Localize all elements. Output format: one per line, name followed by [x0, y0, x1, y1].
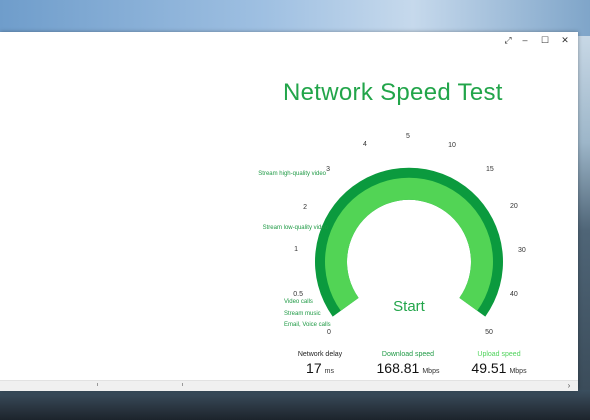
- scale-label: 0: [327, 329, 331, 336]
- scale-label: 4: [363, 141, 367, 148]
- category-label: Email, Voice calls: [284, 322, 331, 328]
- app-window: ⤢ – ☐ ✕ Network Speed Test 0 0.5 1 2 3 4…: [0, 32, 578, 391]
- scale-label: 0.5: [293, 291, 303, 298]
- download-speed-unit: Mbps: [422, 368, 440, 375]
- speed-gauge: 0 0.5 1 2 3 4 5 10 15 20 30 40 50 Stream…: [258, 133, 526, 336]
- scale-label: 3: [326, 166, 330, 173]
- scale-label: 1: [294, 246, 298, 253]
- category-label: Stream low-quality video: [263, 225, 329, 231]
- category-label: Video calls: [284, 299, 313, 305]
- upload-speed-unit: Mbps: [509, 368, 527, 375]
- upload-speed-label: Upload speed: [477, 351, 521, 358]
- scale-label: 15: [486, 166, 494, 173]
- download-speed-value: 168.81: [376, 360, 420, 376]
- category-label: Stream music: [284, 311, 321, 317]
- desktop-wallpaper-right: [578, 36, 590, 390]
- download-speed-stat: Download speed 168.81 Mbps: [368, 351, 448, 376]
- network-delay-value: 17: [306, 360, 322, 376]
- scale-label: 30: [518, 247, 526, 254]
- category-label: Stream high-quality video: [258, 171, 326, 177]
- scroll-right-arrow-icon[interactable]: ›: [564, 381, 574, 391]
- network-delay-label: Network delay: [297, 351, 343, 358]
- scale-label: 2: [303, 204, 307, 211]
- network-delay-unit: ms: [324, 368, 334, 375]
- scale-label: 50: [485, 329, 493, 336]
- network-delay-stat: Network delay 17 ms: [288, 351, 352, 376]
- scrollbar-mark: [97, 383, 98, 386]
- scale-label: 5: [406, 133, 410, 140]
- scale-label: 20: [510, 203, 518, 210]
- upload-speed-stat: Upload speed 49.51 Mbps: [464, 351, 534, 376]
- scrollbar-mark: [182, 383, 183, 386]
- download-speed-label: Download speed: [381, 351, 435, 358]
- scale-label: 10: [448, 142, 456, 149]
- start-button[interactable]: Start: [393, 298, 426, 315]
- horizontal-scrollbar[interactable]: ›: [0, 380, 578, 391]
- upload-speed-value: 49.51: [471, 360, 507, 376]
- desktop-wallpaper-top: [0, 0, 590, 36]
- desktop-wallpaper-bottom: [0, 390, 590, 420]
- scale-label: 40: [510, 291, 518, 298]
